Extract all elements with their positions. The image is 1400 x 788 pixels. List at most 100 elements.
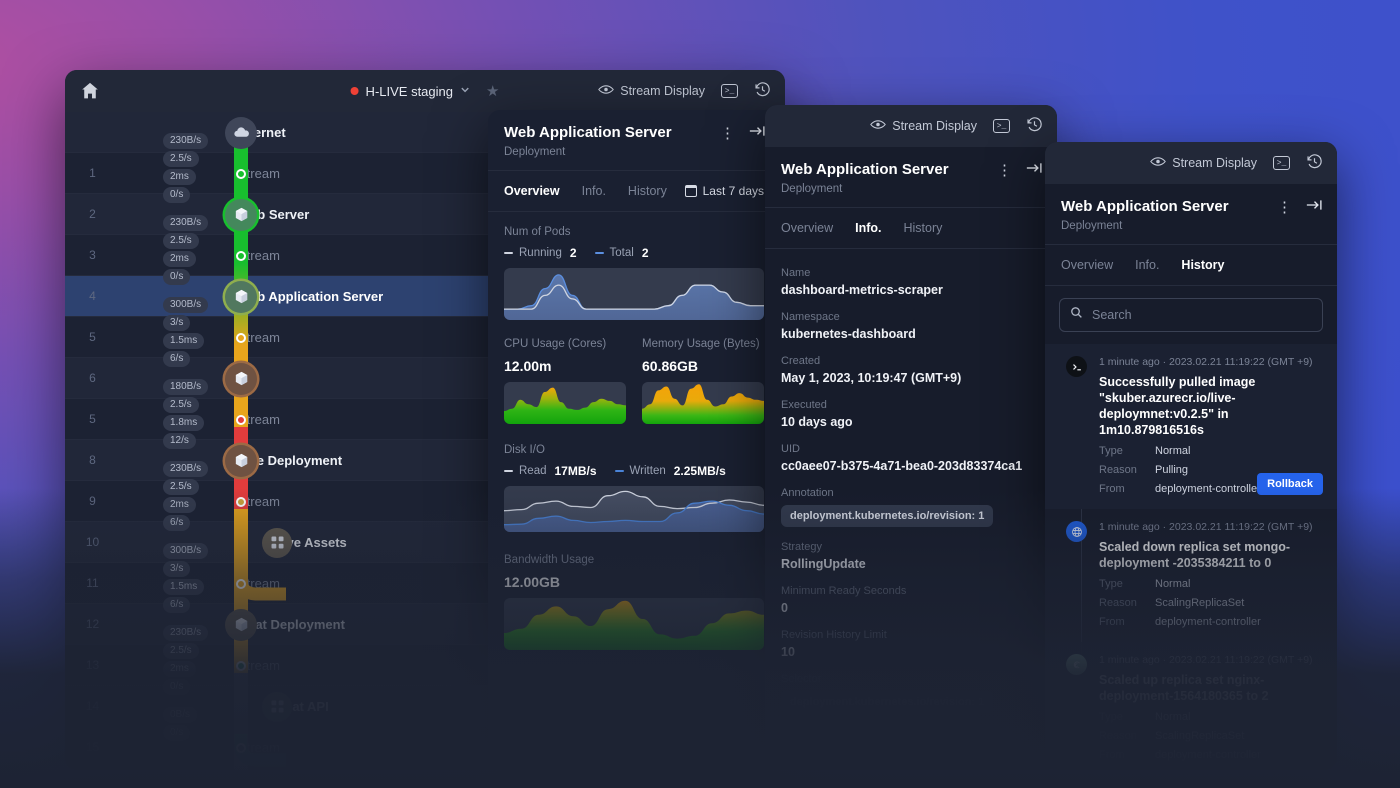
tab-history[interactable]: History bbox=[628, 184, 667, 198]
search-input[interactable] bbox=[1092, 308, 1312, 322]
history-item[interactable]: 1 minute ago · 2023.02.21 11:19:22 (GMT … bbox=[1045, 509, 1337, 642]
stream-display-button[interactable]: Stream Display bbox=[870, 119, 977, 133]
cube-node-icon[interactable] bbox=[225, 281, 257, 313]
terminal-avatar-icon bbox=[1066, 356, 1087, 377]
stream-display-button[interactable]: Stream Display bbox=[1150, 156, 1257, 170]
history-type-value: Normal bbox=[1155, 711, 1190, 723]
cpu-value: 12.00m bbox=[504, 358, 626, 374]
collapse-right-icon[interactable] bbox=[749, 124, 766, 143]
cpu-label: CPU Usage (Cores) bbox=[504, 338, 626, 350]
stream-node-dot-icon[interactable] bbox=[236, 743, 246, 753]
bandwidth-chart bbox=[504, 598, 764, 650]
tab-info[interactable]: Info. bbox=[582, 184, 606, 198]
collapse-right-icon[interactable] bbox=[1026, 161, 1043, 180]
history-clock-icon[interactable] bbox=[754, 81, 771, 101]
rollback-button[interactable]: Rollback bbox=[1257, 473, 1323, 495]
home-icon[interactable] bbox=[79, 80, 101, 102]
stream-node-dot-icon[interactable] bbox=[236, 579, 246, 589]
stream-node-dot-icon[interactable] bbox=[236, 169, 246, 179]
history-timestamp: 1 minute ago · 2023.02.21 11:19:22 (GMT … bbox=[1099, 654, 1323, 666]
tab-history[interactable]: History bbox=[1181, 258, 1224, 272]
metric-badge: 2ms bbox=[163, 661, 196, 677]
terminal-icon[interactable]: >_ bbox=[721, 84, 738, 98]
history-panel-toolbar: Stream Display >_ bbox=[1045, 142, 1337, 184]
metric-badge: 0/s bbox=[163, 269, 190, 285]
tab-info[interactable]: Info. bbox=[855, 221, 881, 235]
chevron-down-icon[interactable] bbox=[460, 84, 471, 98]
history-type-value: Normal bbox=[1155, 445, 1190, 457]
stream-display-label: Stream Display bbox=[620, 84, 705, 98]
cube-node-icon[interactable] bbox=[225, 363, 257, 395]
grid-icon[interactable] bbox=[262, 692, 292, 722]
cube-node-icon[interactable] bbox=[225, 445, 257, 477]
terminal-icon[interactable]: >_ bbox=[1273, 156, 1290, 170]
metric-badge: 230B/s bbox=[163, 215, 208, 231]
history-list: 1 minute ago · 2023.02.21 11:19:22 (GMT … bbox=[1045, 344, 1337, 770]
history-reason-key: Reason bbox=[1099, 730, 1145, 742]
history-clock-icon[interactable] bbox=[1026, 116, 1043, 136]
history-clock-icon[interactable] bbox=[1306, 153, 1323, 173]
branch-live-assets bbox=[234, 570, 290, 609]
tab-overview[interactable]: Overview bbox=[504, 184, 560, 198]
environment-selector[interactable]: H-LIVE staging ★ bbox=[351, 82, 500, 100]
history-message: Scaled down replica set mongo-deployment… bbox=[1099, 539, 1323, 571]
cube-node-icon[interactable] bbox=[225, 199, 257, 231]
row-number: 9 bbox=[65, 494, 120, 508]
info-key: UID bbox=[781, 443, 1041, 455]
stream-metric-badges: 300B/s3/s1.5ms6/s bbox=[163, 543, 233, 613]
metric-badge: 2.5/s bbox=[163, 397, 199, 413]
history-from-key: From bbox=[1099, 616, 1145, 628]
panel-subtitle: Deployment bbox=[781, 183, 1041, 195]
history-item[interactable]: 1 minute ago · 2023.02.21 11:19:22 (GMT … bbox=[1045, 642, 1337, 770]
memory-label: Memory Usage (Bytes) bbox=[642, 338, 764, 350]
more-vertical-icon[interactable]: ⋮ bbox=[1277, 201, 1292, 214]
history-item[interactable]: 1 minute ago · 2023.02.21 11:19:22 (GMT … bbox=[1045, 344, 1337, 509]
history-from-value: deployment-controller bbox=[1155, 749, 1261, 761]
tab-info[interactable]: Info. bbox=[1135, 258, 1159, 272]
row-number: 2 bbox=[65, 207, 120, 221]
stream-node-dot-icon[interactable] bbox=[236, 333, 246, 343]
info-key: Selector bbox=[781, 673, 1041, 685]
history-reason-key: Reason bbox=[1099, 597, 1145, 609]
tab-overview[interactable]: Overview bbox=[781, 221, 833, 235]
more-vertical-icon[interactable]: ⋮ bbox=[997, 164, 1012, 177]
info-chip: deployment.kubernetes.io/revision: 1 bbox=[781, 505, 993, 527]
stream-node-dot-icon[interactable] bbox=[236, 661, 246, 671]
stream-node-dot-icon[interactable] bbox=[236, 497, 246, 507]
time-range-selector[interactable]: Last 7 days bbox=[685, 184, 764, 198]
metric-badge: 2ms bbox=[163, 251, 196, 267]
metric-badge: 6/s bbox=[163, 515, 190, 531]
metric-badge: 2.5/s bbox=[163, 151, 199, 167]
row-number: 8 bbox=[65, 453, 120, 467]
cube-node-icon[interactable] bbox=[225, 609, 257, 641]
tab-history[interactable]: History bbox=[903, 221, 942, 235]
terminal-icon[interactable]: >_ bbox=[993, 119, 1010, 133]
search-box[interactable] bbox=[1059, 298, 1323, 332]
info-key: Namespace bbox=[781, 311, 1041, 323]
metric-badge: 6/s bbox=[163, 597, 190, 613]
stream-metric-badges: 300B/s3/s1.5ms6/s bbox=[163, 297, 233, 367]
history-type-value: Normal bbox=[1155, 578, 1190, 590]
metric-badge: 3/s bbox=[163, 561, 190, 577]
row-number: 4 bbox=[65, 289, 120, 303]
collapse-right-icon[interactable] bbox=[1306, 198, 1323, 217]
row-number: 10 bbox=[65, 535, 120, 549]
stream-metric-badges: 180B/s2.5/s1.8ms12/s bbox=[163, 379, 233, 449]
metric-badge: 1.5ms bbox=[163, 579, 204, 595]
stream-metric-badges: 0B/s0/s bbox=[163, 707, 233, 741]
history-timestamp: 1 minute ago · 2023.02.21 11:19:22 (GMT … bbox=[1099, 356, 1323, 368]
metric-badge: 230B/s bbox=[163, 461, 208, 477]
grid-icon[interactable] bbox=[262, 528, 292, 558]
pods-label: Num of Pods bbox=[504, 226, 764, 238]
metric-badge: 2ms bbox=[163, 169, 196, 185]
more-vertical-icon[interactable]: ⋮ bbox=[720, 127, 735, 140]
eye-icon bbox=[870, 119, 886, 133]
stream-node-dot-icon[interactable] bbox=[236, 251, 246, 261]
stream-node-dot-icon[interactable] bbox=[236, 415, 246, 425]
favorite-star-icon[interactable]: ★ bbox=[486, 82, 499, 100]
stream-metric-badges: 230B/s2.5/s2ms0/s bbox=[163, 133, 233, 203]
cloud-icon[interactable] bbox=[225, 117, 257, 149]
tab-overview[interactable]: Overview bbox=[1061, 258, 1113, 272]
detail-panel-overview: Web Application Server Deployment ⋮ Over… bbox=[488, 110, 780, 770]
stream-display-button[interactable]: Stream Display bbox=[598, 84, 705, 98]
